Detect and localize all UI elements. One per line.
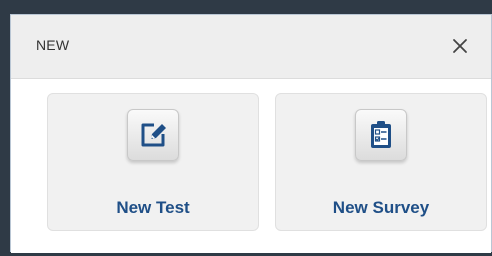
new-test-button[interactable]: New Test	[47, 93, 259, 231]
edit-pencil-icon	[127, 109, 179, 161]
new-survey-button[interactable]: New Survey	[275, 93, 487, 231]
dialog-body: New Test New Survey	[11, 79, 491, 253]
new-survey-label: New Survey	[332, 198, 430, 217]
dialog-title: NEW	[36, 37, 70, 53]
clipboard-checklist-icon	[355, 109, 407, 161]
close-icon	[453, 39, 467, 53]
close-button[interactable]	[447, 33, 473, 59]
new-item-dialog: NEW New Test New Survey	[10, 14, 492, 253]
dialog-header: NEW	[11, 15, 491, 79]
new-test-label: New Test	[116, 198, 190, 217]
